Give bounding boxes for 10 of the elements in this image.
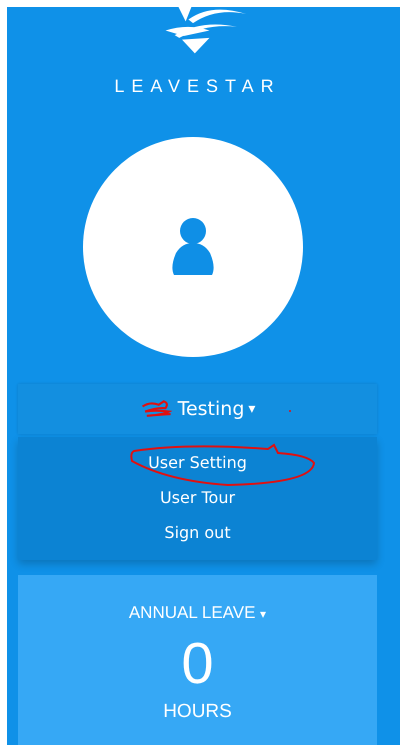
user-menu-button[interactable]: Testing ▾ [18, 384, 377, 434]
menu-item[interactable]: Sign out [164, 515, 231, 550]
leave-type-dropdown[interactable]: ANNUAL LEAVE ▾ [128, 603, 266, 623]
scribble-drawing [140, 399, 174, 419]
leave-unit: HOURS [163, 701, 232, 723]
leave-value: 0 [181, 635, 214, 693]
menu-item[interactable]: User Tour [160, 480, 236, 515]
caret-icon: ▾ [248, 401, 256, 417]
user-name: Testing [178, 398, 244, 420]
brand-name: LEAVESTAR [114, 76, 281, 97]
